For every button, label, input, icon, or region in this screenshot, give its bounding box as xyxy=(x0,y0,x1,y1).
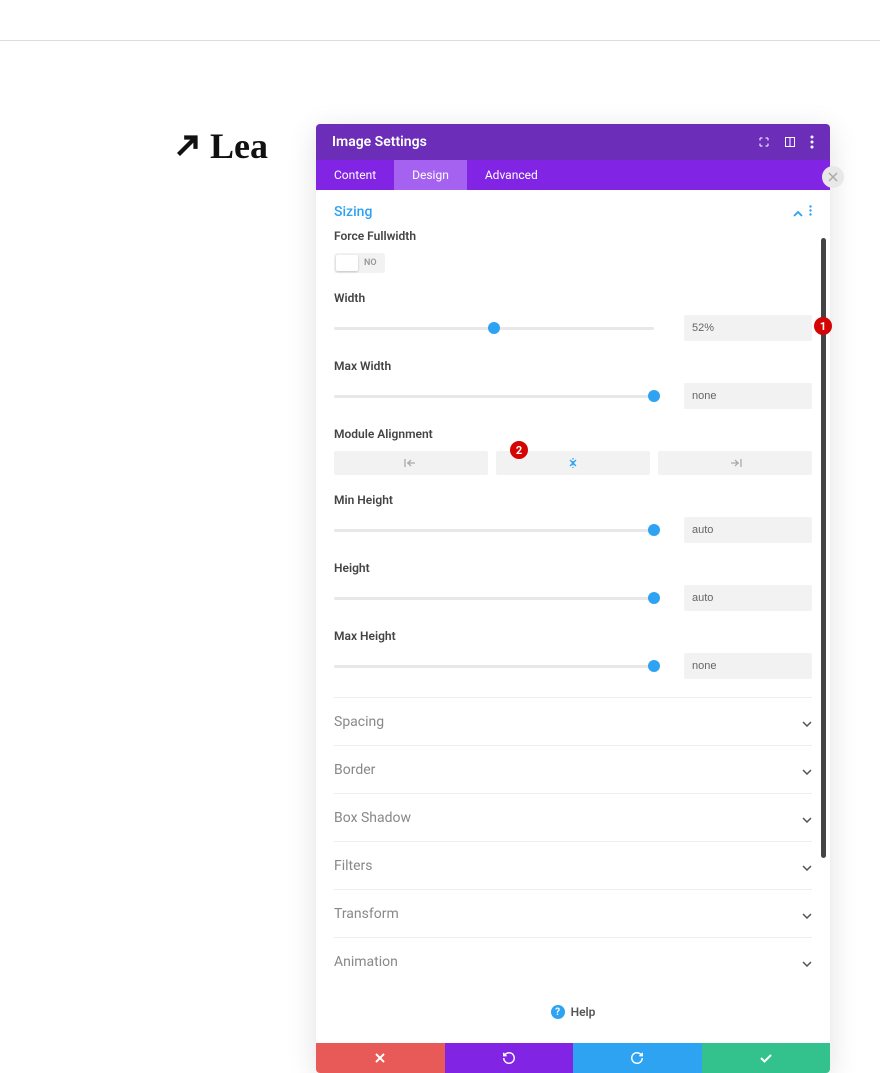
panel-title: Image Settings xyxy=(332,134,758,150)
min-height-slider[interactable] xyxy=(334,529,654,532)
vertical-dots-icon[interactable] xyxy=(810,135,814,149)
max-height-label: Max Height xyxy=(334,629,812,643)
tab-design[interactable]: Design xyxy=(394,160,467,190)
undo-button[interactable] xyxy=(445,1043,574,1073)
align-right-button[interactable] xyxy=(658,451,812,475)
panel-split-icon[interactable] xyxy=(784,136,796,148)
force-fullwidth-toggle[interactable]: NO xyxy=(334,253,385,273)
logo-text: Lea xyxy=(210,125,268,167)
min-height-label: Min Height xyxy=(334,493,812,507)
collapse-sizing-icon[interactable] xyxy=(793,202,803,221)
panel-header: Image Settings xyxy=(316,124,830,160)
sizing-options-icon[interactable] xyxy=(809,205,812,219)
animation-section[interactable]: Animation xyxy=(334,937,812,985)
help-icon[interactable]: ? xyxy=(551,1005,565,1019)
transform-section[interactable]: Transform xyxy=(334,889,812,937)
chevron-down-icon xyxy=(802,712,812,731)
max-width-label: Max Width xyxy=(334,359,812,373)
module-alignment-label: Module Alignment xyxy=(334,427,812,441)
max-width-input[interactable] xyxy=(684,383,812,409)
align-left-button[interactable] xyxy=(334,451,488,475)
max-height-slider[interactable] xyxy=(334,665,654,668)
cancel-button[interactable] xyxy=(316,1043,445,1073)
chevron-down-icon xyxy=(802,856,812,875)
force-fullwidth-label: Force Fullwidth xyxy=(334,229,812,243)
panel-tabs: Content Design Advanced xyxy=(316,160,830,190)
arrow-up-right-icon xyxy=(170,129,204,163)
width-slider[interactable] xyxy=(334,327,654,330)
help-label[interactable]: Help xyxy=(571,1005,596,1019)
chevron-down-icon xyxy=(802,904,812,923)
chevron-down-icon xyxy=(802,952,812,971)
transform-title: Transform xyxy=(334,906,399,922)
border-section[interactable]: Border xyxy=(334,745,812,793)
max-height-input[interactable] xyxy=(684,653,812,679)
height-label: Height xyxy=(334,561,812,575)
chevron-down-icon xyxy=(802,808,812,827)
box-shadow-section[interactable]: Box Shadow xyxy=(334,793,812,841)
filters-title: Filters xyxy=(334,858,373,874)
spacing-title: Spacing xyxy=(334,714,384,730)
min-height-input[interactable] xyxy=(684,517,812,543)
spacing-section[interactable]: Spacing xyxy=(334,697,812,745)
height-input[interactable] xyxy=(684,585,812,611)
panel-footer xyxy=(316,1043,830,1073)
image-settings-panel: Image Settings Content Design Advanced S… xyxy=(316,124,830,1073)
site-logo: Lea xyxy=(170,125,268,167)
chevron-down-icon xyxy=(802,760,812,779)
tab-advanced[interactable]: Advanced xyxy=(467,160,556,190)
toggle-value: NO xyxy=(358,258,383,268)
expand-icon[interactable] xyxy=(758,136,770,148)
confirm-button[interactable] xyxy=(702,1043,831,1073)
callout-1: 1 xyxy=(814,317,832,335)
tab-content[interactable]: Content xyxy=(316,160,394,190)
border-title: Border xyxy=(334,762,375,778)
animation-title: Animation xyxy=(334,954,398,970)
height-slider[interactable] xyxy=(334,597,654,600)
box-shadow-title: Box Shadow xyxy=(334,810,411,826)
redo-button[interactable] xyxy=(573,1043,702,1073)
max-width-slider[interactable] xyxy=(334,395,654,398)
sizing-section-title: Sizing xyxy=(334,204,372,220)
width-label: Width xyxy=(334,291,812,305)
filters-section[interactable]: Filters xyxy=(334,841,812,889)
width-input[interactable] xyxy=(684,315,812,341)
close-panel-button[interactable] xyxy=(822,166,844,188)
callout-2: 2 xyxy=(510,441,528,459)
